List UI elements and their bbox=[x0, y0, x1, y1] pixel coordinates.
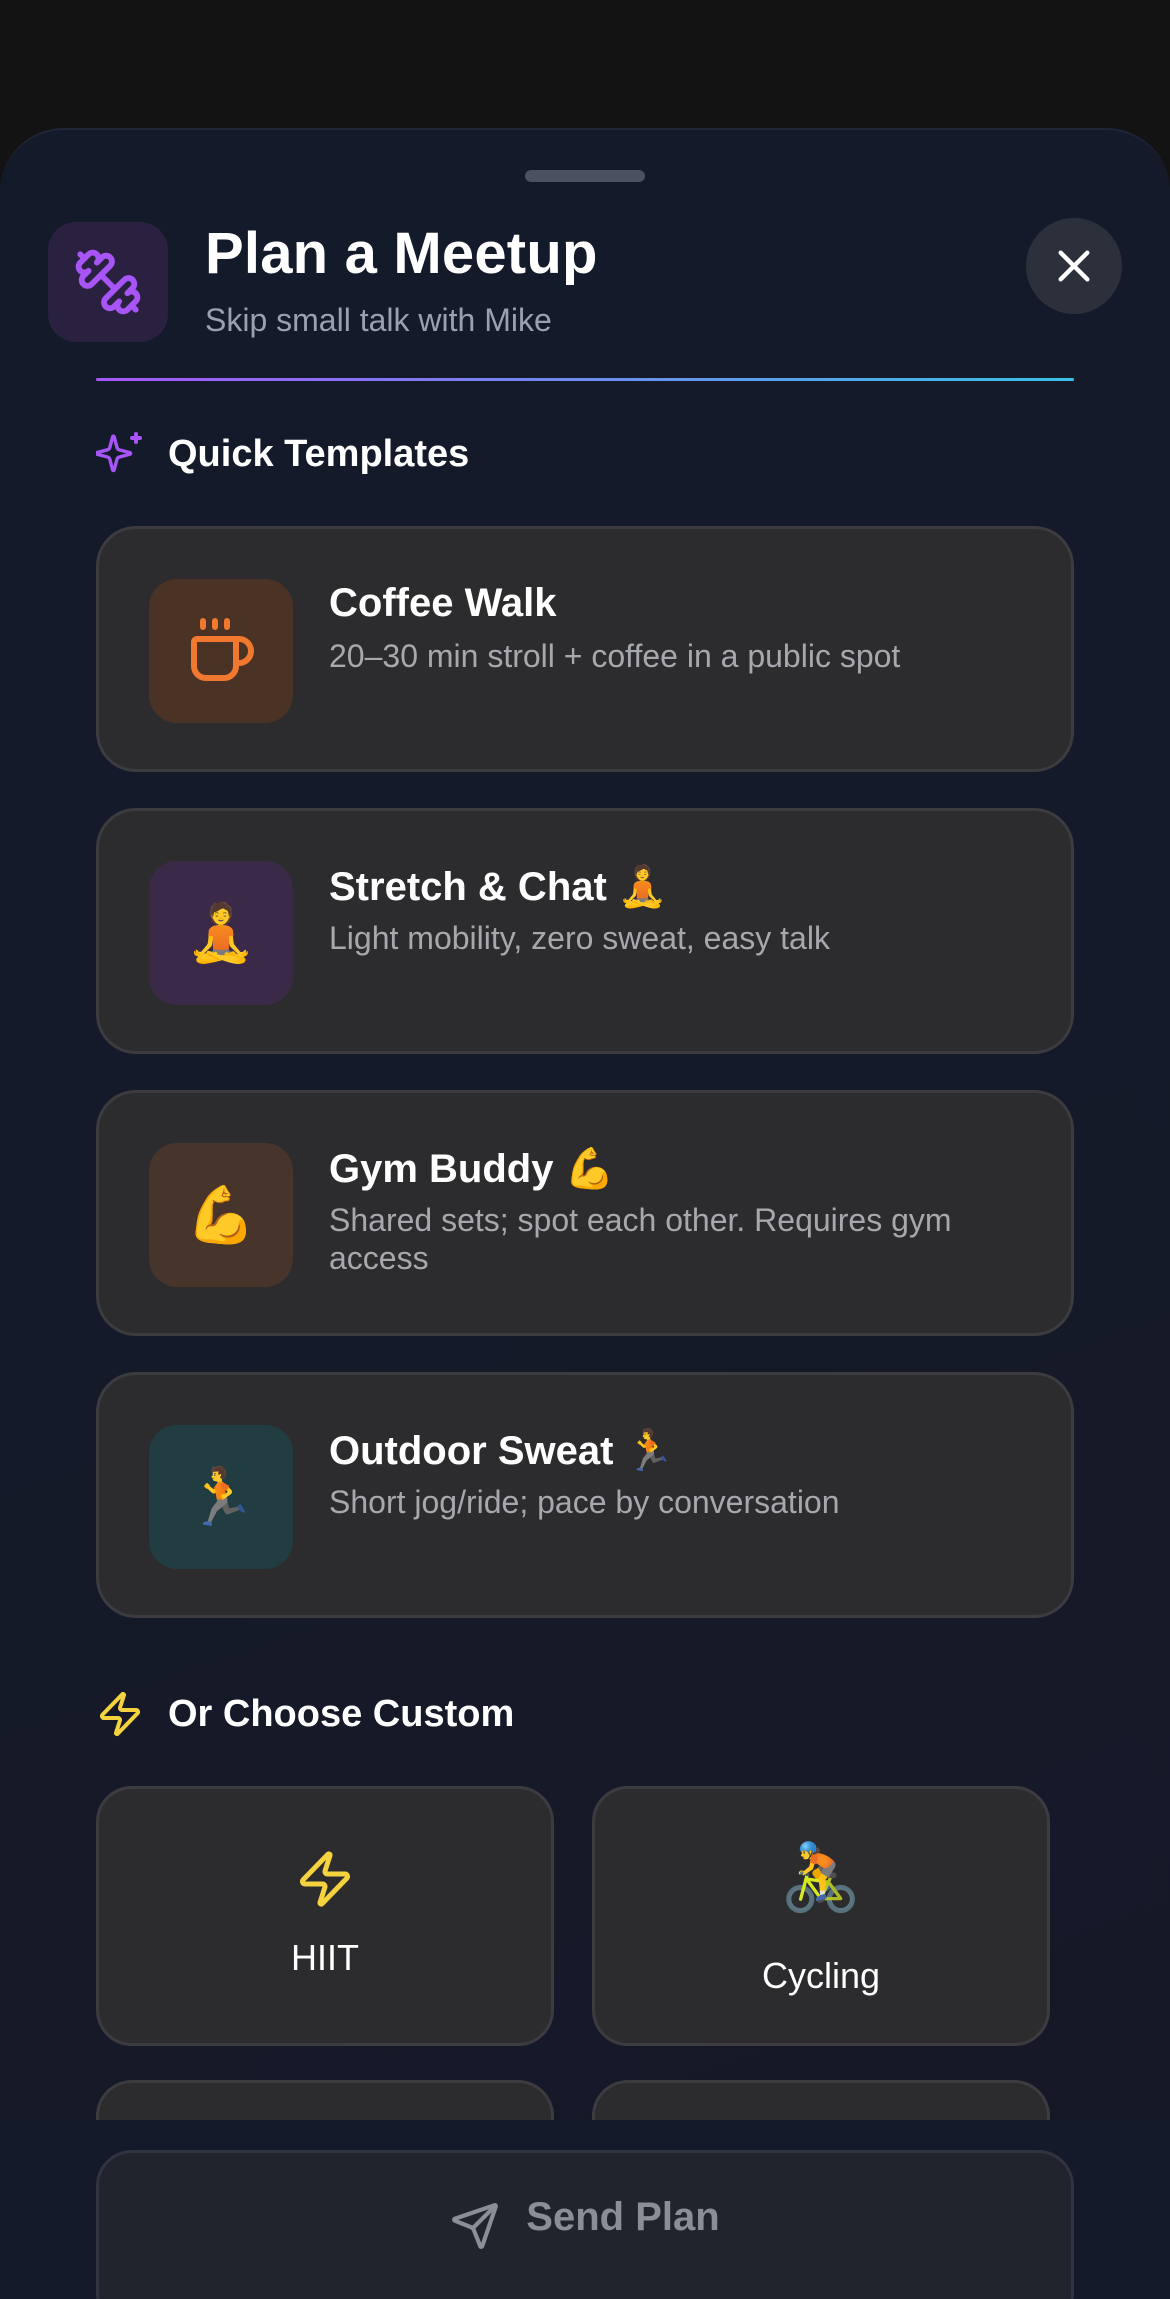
runner-icon: 🏃 bbox=[149, 1425, 293, 1569]
custom-label: Or Choose Custom bbox=[168, 1692, 515, 1735]
header-icon-tile bbox=[48, 222, 168, 342]
custom-heading: Or Choose Custom bbox=[96, 1684, 514, 1744]
template-description: 20–30 min stroll + coffee in a public sp… bbox=[329, 638, 901, 674]
custom-option-label: HIIT bbox=[291, 1937, 359, 1978]
custom-option-hiit[interactable]: HIIT bbox=[96, 1786, 554, 2046]
dumbbell-icon bbox=[75, 249, 141, 315]
sheet-subtitle: Skip small talk with Mike bbox=[205, 302, 552, 338]
header-divider bbox=[96, 378, 1074, 381]
send-plan-button[interactable]: Send Plan bbox=[96, 2150, 1074, 2299]
template-card-outdoor-sweat[interactable]: 🏃 Outdoor Sweat 🏃 Short jog/ride; pace b… bbox=[96, 1372, 1074, 1618]
paper-plane-icon bbox=[452, 2203, 499, 2249]
custom-icon-wrap bbox=[99, 1849, 551, 1909]
send-plan-label: Send Plan bbox=[526, 2195, 720, 2239]
sheet-title: Plan a Meetup bbox=[205, 221, 598, 286]
template-card-stretch-chat[interactable]: 🧘 Stretch & Chat 🧘 Light mobility, zero … bbox=[96, 808, 1074, 1054]
drag-handle[interactable] bbox=[525, 170, 645, 182]
close-icon bbox=[1058, 250, 1090, 282]
custom-option-cycling[interactable]: 🚴 Cycling bbox=[592, 1786, 1050, 2046]
template-title: Stretch & Chat 🧘 bbox=[329, 865, 668, 909]
template-icon-tile bbox=[149, 579, 293, 723]
footer-bar: Send Plan bbox=[0, 2120, 1170, 2299]
lightning-icon bbox=[100, 1692, 140, 1736]
template-card-gym-buddy[interactable]: 💪 Gym Buddy 💪 Shared sets; spot each oth… bbox=[96, 1090, 1074, 1336]
lightning-icon bbox=[300, 1851, 350, 1907]
template-title: Coffee Walk bbox=[329, 581, 557, 625]
template-title: Gym Buddy 💪 bbox=[329, 1147, 615, 1191]
coffee-cup-icon bbox=[191, 618, 254, 681]
close-button[interactable] bbox=[1026, 218, 1122, 314]
custom-option-label: Cycling bbox=[761, 1955, 881, 1996]
cyclist-icon: 🚴 bbox=[779, 1839, 863, 1916]
template-title: Outdoor Sweat 🏃 bbox=[329, 1429, 675, 1473]
template-card-coffee-walk[interactable]: Coffee Walk 20–30 min stroll + coffee in… bbox=[96, 526, 1074, 772]
template-description: Light mobility, zero sweat, easy talk bbox=[329, 920, 830, 956]
quick-templates-heading: Quick Templates bbox=[96, 424, 469, 484]
flexed-bicep-icon: 💪 bbox=[149, 1143, 293, 1287]
template-description: Short jog/ride; pace by conversation bbox=[329, 1484, 840, 1520]
template-description: Shared sets; spot each other. Requires g… bbox=[329, 1202, 952, 1276]
meditation-icon: 🧘 bbox=[149, 861, 293, 1005]
quick-templates-label: Quick Templates bbox=[168, 432, 470, 475]
sparkles-icon bbox=[96, 432, 142, 473]
plan-meetup-sheet: Plan a Meetup Skip small talk with Mike … bbox=[0, 128, 1170, 2299]
